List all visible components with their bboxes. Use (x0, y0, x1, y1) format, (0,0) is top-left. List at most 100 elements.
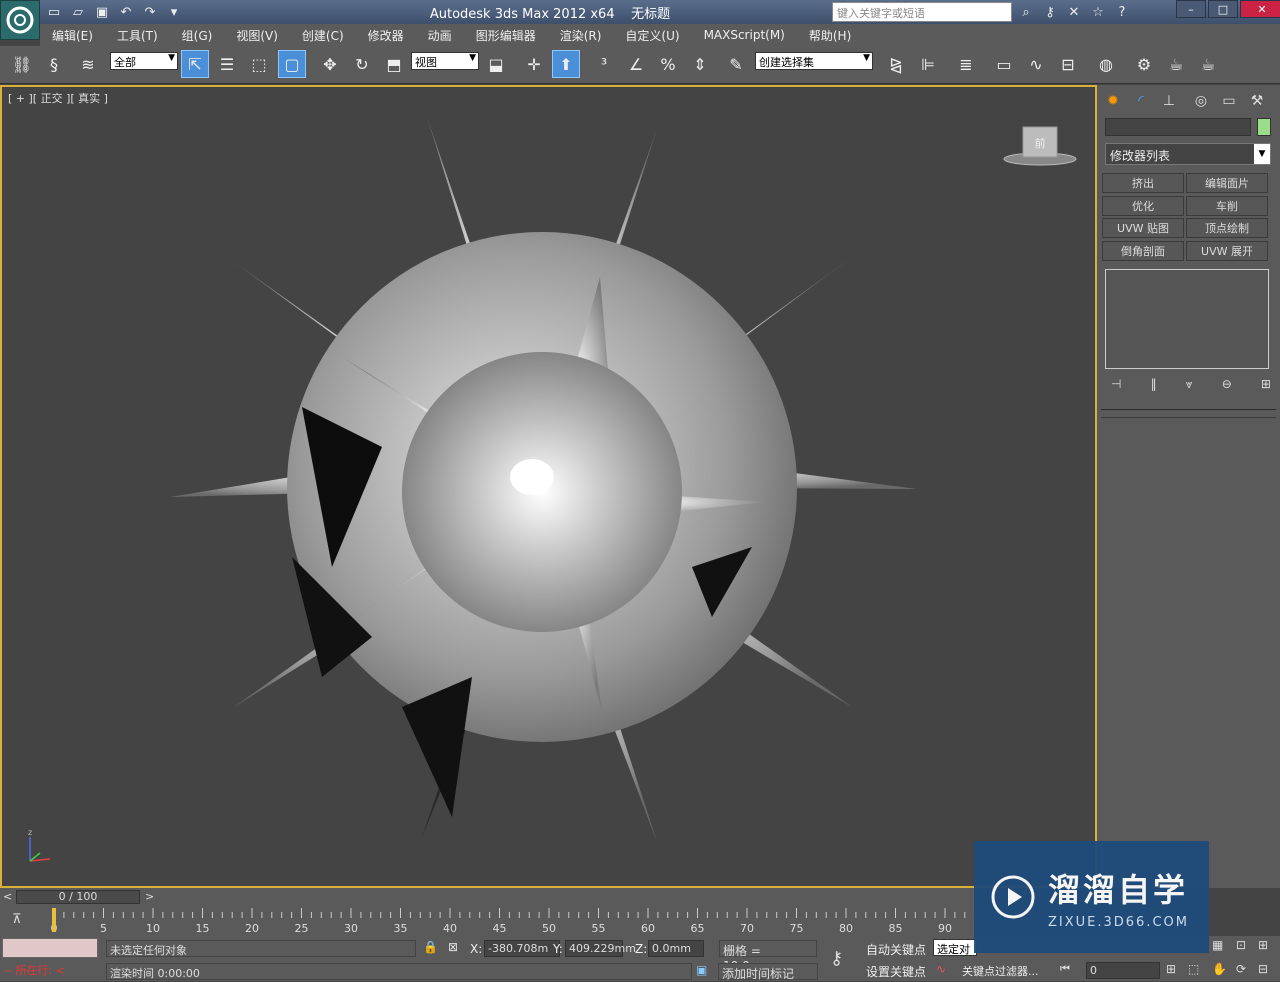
make-unique-icon[interactable]: ⩔ (1186, 377, 1193, 395)
pin-stack-icon[interactable]: ⊣ (1111, 377, 1121, 395)
snaps-toggle-icon[interactable]: ³ (590, 50, 618, 78)
frame-ruler[interactable]: 051015202530354045505560657075808590 (40, 906, 975, 936)
absolute-mode-icon[interactable]: ⊠ (448, 940, 458, 954)
app-menu-button[interactable] (0, 0, 40, 40)
ref-coord-dropdown[interactable]: 视图 ▼ (411, 52, 479, 70)
modifier-button[interactable]: 倒角剖面 (1102, 241, 1184, 261)
set-key-icon[interactable]: ⚷ (830, 948, 843, 969)
modifier-button[interactable]: 车削 (1186, 196, 1268, 216)
modify-tab-icon[interactable]: ◜ (1131, 91, 1151, 111)
rotate-icon[interactable]: ↻ (348, 50, 376, 78)
configure-sets-icon[interactable]: ⊞ (1261, 377, 1271, 395)
menu-item[interactable]: 帮助(H) (797, 27, 863, 44)
orbit-icon[interactable]: ⟳ (1236, 962, 1246, 976)
time-slider[interactable]: 0 / 100 (16, 890, 140, 904)
add-time-tag[interactable]: 添加时间标记 (718, 963, 818, 981)
redo-icon[interactable]: ↷ (140, 2, 160, 22)
motion-tab-icon[interactable]: ◎ (1191, 91, 1211, 111)
curve-editor-icon[interactable]: ∿ (1022, 50, 1050, 78)
next-frame-icon[interactable]: > (145, 890, 154, 903)
auto-key-button[interactable]: 自动关键点 (866, 941, 926, 958)
edit-named-sel-icon[interactable]: ✎ (722, 50, 750, 78)
material-editor-icon[interactable]: ◍ (1092, 50, 1120, 78)
viewport-label[interactable]: [ + ][ 正交 ][ 真实 ] (8, 90, 108, 106)
menu-item[interactable]: 动画 (416, 27, 464, 44)
menu-item[interactable]: 渲染(R) (548, 27, 614, 44)
object-name-field[interactable] (1105, 118, 1251, 136)
schematic-view-icon[interactable]: ⊟ (1054, 50, 1082, 78)
spiky-sphere-object[interactable] (152, 117, 932, 857)
search-input[interactable]: 键入关键字或短语 (832, 2, 1012, 22)
current-frame-field[interactable]: 0 (1086, 962, 1160, 979)
show-end-result-icon[interactable]: ‖ (1151, 377, 1157, 395)
modifier-button[interactable]: UVW 贴图 (1102, 218, 1184, 238)
window-crossing-icon[interactable]: ▢ (278, 50, 306, 78)
scale-icon[interactable]: ⬒ (380, 50, 408, 78)
minimize-button[interactable]: – (1176, 0, 1206, 18)
maximize-viewport-icon[interactable]: ⊟ (1258, 962, 1268, 976)
star-icon[interactable]: ☆ (1088, 2, 1108, 22)
zoom-all-icon[interactable]: ⊡ (1236, 938, 1246, 952)
unlink-icon[interactable]: § (40, 50, 68, 78)
open-file-icon[interactable]: ▱ (68, 2, 88, 22)
rendered-frame-icon[interactable]: ☕ (1162, 50, 1190, 78)
menu-item[interactable]: 编辑(E) (40, 27, 105, 44)
track-bar-menu-icon[interactable]: ⊼ (12, 912, 22, 927)
key-filters-button[interactable]: 关键点过滤器... (962, 963, 1039, 979)
viewcube[interactable]: 前 (1003, 123, 1077, 169)
goto-start-icon[interactable]: ⏮ (1060, 962, 1070, 976)
pan-icon[interactable]: ✋ (1212, 962, 1227, 976)
object-color-swatch[interactable] (1257, 118, 1271, 136)
y-coord-field[interactable]: 409.229mm (565, 940, 636, 957)
rect-selection-icon[interactable]: ⬚ (245, 50, 273, 78)
modifier-button[interactable]: 编辑面片 (1186, 173, 1268, 193)
menu-item[interactable]: MAXScript(M) (692, 28, 797, 42)
selected-dropdown[interactable]: 选定对 (933, 939, 977, 956)
remove-modifier-icon[interactable]: ⊖ (1222, 377, 1232, 395)
time-config-icon[interactable]: ⊞ (1166, 962, 1176, 976)
menu-item[interactable]: 自定义(U) (613, 27, 691, 44)
utilities-tab-icon[interactable]: ⚒ (1247, 91, 1267, 111)
maxscript-listener[interactable] (2, 938, 98, 958)
modifier-button[interactable]: 挤出 (1102, 173, 1184, 193)
zoom-extents-icon[interactable]: ⬚ (1188, 962, 1199, 976)
set-key-button[interactable]: 设置关键点 (866, 963, 926, 980)
maximize-button[interactable]: □ (1208, 0, 1238, 18)
track-bar[interactable]: ⊼ 051015202530354045505560657075808590 (0, 906, 975, 936)
zoom-extents-all-icon[interactable]: ⊞ (1258, 938, 1268, 952)
percent-snap-icon[interactable]: % (654, 50, 682, 78)
mirror-icon[interactable]: ⧎ (882, 50, 910, 78)
menu-item[interactable]: 工具(T) (105, 27, 170, 44)
tools-icon[interactable]: ✕ (1064, 2, 1084, 22)
new-file-icon[interactable]: ▭ (44, 2, 64, 22)
modifier-button[interactable]: 顶点绘制 (1186, 218, 1268, 238)
undo-icon[interactable]: ↶ (116, 2, 136, 22)
lock-selection-icon[interactable]: 🔒 (423, 940, 438, 954)
select-manipulate-icon[interactable]: ✛ (520, 50, 548, 78)
move-icon[interactable]: ✥ (316, 50, 344, 78)
menu-item[interactable]: 组(G) (170, 27, 225, 44)
close-button[interactable]: ✕ (1240, 0, 1280, 18)
menu-item[interactable]: 图形编辑器 (464, 27, 548, 44)
qa-dropdown-icon[interactable]: ▾ (164, 2, 184, 22)
z-coord-field[interactable]: 0.0mm (648, 940, 704, 957)
menu-item[interactable]: 创建(C) (290, 27, 356, 44)
x-coord-field[interactable]: -380.708m (484, 940, 560, 957)
named-selection-dropdown[interactable]: 创建选择集 ▼ (755, 52, 873, 70)
viewport-front[interactable]: [ + ][ 正交 ][ 真实 ] 前 z (0, 85, 1097, 888)
zoom-icon[interactable]: ▦ (1212, 938, 1223, 952)
binoculars-icon[interactable]: ⌕ (1016, 2, 1036, 22)
selection-filter-dropdown[interactable]: 全部 ▼ (110, 52, 178, 70)
select-object-icon[interactable]: ⇱ (181, 50, 209, 78)
link-icon[interactable]: ⛓ (8, 50, 36, 78)
menu-item[interactable]: 修改器 (356, 27, 416, 44)
layer-manager-icon[interactable]: ≣ (952, 50, 980, 78)
select-by-name-icon[interactable]: ☰ (213, 50, 241, 78)
help-icon[interactable]: ? (1112, 2, 1132, 22)
pivot-center-icon[interactable]: ⬓ (482, 50, 510, 78)
key-icon[interactable]: ⚷ (1040, 2, 1060, 22)
render-setup-icon[interactable]: ⚙ (1130, 50, 1158, 78)
menu-item[interactable]: 视图(V) (224, 27, 290, 44)
modifier-stack[interactable] (1105, 269, 1269, 369)
modifier-list-dropdown[interactable]: 修改器列表 ▼ (1105, 143, 1271, 165)
